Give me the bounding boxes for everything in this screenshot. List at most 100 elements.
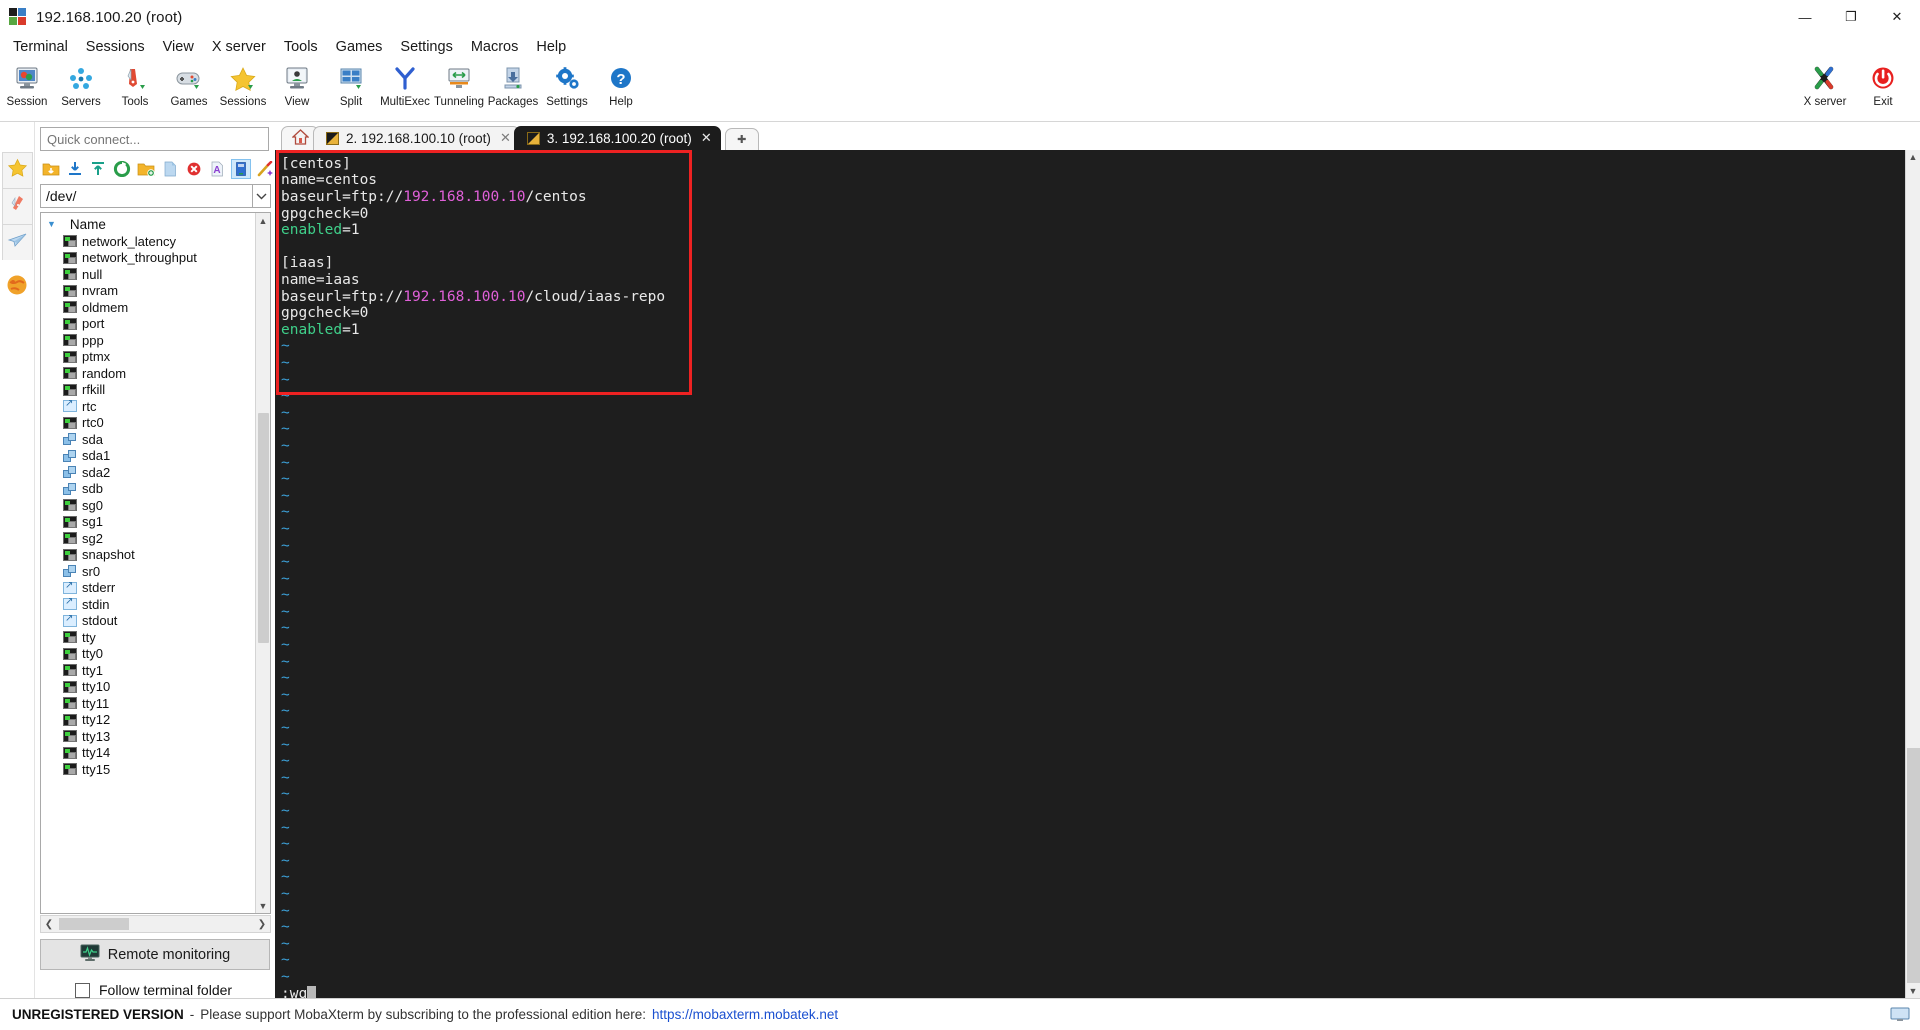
ribbon-exit[interactable]: Exit — [1854, 60, 1912, 108]
mobaxterm-link[interactable]: https://mobaxterm.mobatek.net — [652, 1007, 838, 1022]
tab-close-icon[interactable]: ✕ — [701, 130, 712, 146]
ribbon-games[interactable]: Games — [162, 60, 216, 108]
terminal-scroll-down-icon[interactable]: ▼ — [1906, 983, 1920, 998]
menu-terminal[interactable]: Terminal — [4, 36, 77, 58]
parent-folder-icon[interactable] — [41, 159, 61, 179]
scroll-down-icon[interactable]: ▼ — [256, 898, 271, 913]
rail-favorites[interactable] — [1, 152, 33, 188]
delete-icon[interactable] — [184, 159, 204, 179]
menu-view[interactable]: View — [154, 36, 203, 58]
magic-wand-icon[interactable] — [255, 159, 275, 179]
remote-monitoring-button[interactable]: Remote monitoring — [40, 939, 270, 970]
download-icon[interactable] — [65, 159, 85, 179]
terminal-command-line[interactable]: :wq — [281, 985, 1905, 998]
rail-macros[interactable] — [6, 274, 28, 301]
ribbon-servers[interactable]: Servers — [54, 60, 108, 108]
file-row[interactable]: tty12 — [41, 712, 255, 729]
terminal-scroll-up-icon[interactable]: ▲ — [1906, 150, 1920, 165]
new-folder-icon[interactable] — [136, 159, 156, 179]
file-row[interactable]: stdout — [41, 613, 255, 630]
new-tab-button[interactable]: ✚ — [724, 127, 759, 150]
file-row[interactable]: stderr — [41, 580, 255, 597]
new-file-icon[interactable] — [160, 159, 180, 179]
current-path[interactable]: /dev/ — [40, 184, 253, 208]
menu-help[interactable]: Help — [527, 36, 575, 58]
file-row[interactable]: tty14 — [41, 745, 255, 762]
ribbon-sessions[interactable]: Sessions — [216, 60, 270, 108]
upload-icon[interactable] — [89, 159, 109, 179]
menu-x-server[interactable]: X server — [203, 36, 275, 58]
terminal-scrollbar[interactable]: ▲ ▼ — [1905, 149, 1920, 998]
file-row[interactable]: stdin — [41, 596, 255, 613]
menu-games[interactable]: Games — [327, 36, 392, 58]
ribbon-session[interactable]: Session — [0, 60, 54, 108]
file-row[interactable]: sda — [41, 431, 255, 448]
rail-sftp[interactable] — [1, 224, 33, 260]
file-row[interactable]: oldmem — [41, 299, 255, 316]
file-row[interactable]: ppp — [41, 332, 255, 349]
file-row[interactable]: tty0 — [41, 646, 255, 663]
file-row[interactable]: sda2 — [41, 464, 255, 481]
ribbon-view[interactable]: View — [270, 60, 324, 108]
terminal-view-icon[interactable] — [231, 159, 252, 179]
file-row[interactable]: sg1 — [41, 514, 255, 531]
file-row[interactable]: network_latency — [41, 233, 255, 250]
close-button[interactable]: ✕ — [1874, 0, 1920, 34]
tab-session-2[interactable]: 2. 192.168.100.10 (root) ✕ — [313, 125, 520, 150]
menu-settings[interactable]: Settings — [391, 36, 461, 58]
rail-tools[interactable] — [1, 188, 33, 224]
menu-macros[interactable]: Macros — [462, 36, 528, 58]
tab-close-icon[interactable]: ✕ — [500, 130, 511, 146]
file-row[interactable]: rtc — [41, 398, 255, 415]
terminal-screen[interactable]: [centos] name=centos baseurl=ftp://192.168… — [275, 149, 1905, 998]
restore-button[interactable]: ❐ — [1828, 0, 1874, 34]
file-row[interactable]: sr0 — [41, 563, 255, 580]
file-row[interactable]: sg0 — [41, 497, 255, 514]
hscroll-track[interactable] — [57, 917, 254, 931]
file-row[interactable]: null — [41, 266, 255, 283]
hscroll-thumb[interactable] — [59, 918, 129, 930]
file-row[interactable]: snapshot — [41, 547, 255, 564]
ribbon-split[interactable]: Split — [324, 60, 378, 108]
file-row[interactable]: tty1 — [41, 662, 255, 679]
menu-tools[interactable]: Tools — [275, 36, 327, 58]
file-row[interactable]: tty15 — [41, 761, 255, 778]
file-row[interactable]: nvram — [41, 283, 255, 300]
ribbon-x-server[interactable]: X server — [1796, 60, 1854, 108]
scroll-thumb[interactable] — [257, 413, 269, 643]
file-row[interactable]: network_throughput — [41, 250, 255, 267]
chevron-down-icon[interactable] — [253, 184, 271, 208]
file-tree[interactable]: ▼ Name network_latency network_throughput… — [41, 213, 255, 913]
ribbon-tools[interactable]: Tools — [108, 60, 162, 108]
minimize-button[interactable]: — — [1782, 0, 1828, 34]
file-row[interactable]: rtc0 — [41, 415, 255, 432]
file-row[interactable]: tty13 — [41, 728, 255, 745]
terminal-scroll-thumb[interactable] — [1906, 748, 1920, 983]
ribbon-help[interactable]: ? Help — [594, 60, 648, 108]
text-view-icon[interactable]: A — [208, 159, 228, 179]
file-row[interactable]: random — [41, 365, 255, 382]
scroll-up-icon[interactable]: ▲ — [256, 213, 271, 228]
follow-terminal-folder-row[interactable]: Follow terminal folder — [35, 970, 275, 998]
file-row[interactable]: tty10 — [41, 679, 255, 696]
file-row[interactable]: sda1 — [41, 448, 255, 465]
ribbon-settings[interactable]: Settings — [540, 60, 594, 108]
ribbon-tunneling[interactable]: Tunneling — [432, 60, 486, 108]
ribbon-multiexec[interactable]: MultiExec — [378, 60, 432, 108]
refresh-icon[interactable] — [112, 159, 132, 179]
ribbon-packages[interactable]: Packages — [486, 60, 540, 108]
file-row[interactable]: ptmx — [41, 349, 255, 366]
file-tree-hscrollbar[interactable]: ❮ ❯ — [40, 915, 271, 933]
file-row[interactable]: tty — [41, 629, 255, 646]
file-row[interactable]: sg2 — [41, 530, 255, 547]
file-row[interactable]: sdb — [41, 481, 255, 498]
tab-session-3[interactable]: 3. 192.168.100.20 (root) ✕ — [513, 125, 721, 150]
file-row[interactable]: rfkill — [41, 382, 255, 399]
file-tree-scrollbar[interactable]: ▲ ▼ — [255, 213, 270, 913]
file-row[interactable]: port — [41, 316, 255, 333]
menu-sessions[interactable]: Sessions — [77, 36, 154, 58]
quick-connect-input[interactable] — [40, 127, 269, 151]
follow-terminal-folder-checkbox[interactable] — [75, 982, 90, 998]
file-row[interactable]: tty11 — [41, 695, 255, 712]
scroll-left-icon[interactable]: ❮ — [41, 919, 57, 930]
